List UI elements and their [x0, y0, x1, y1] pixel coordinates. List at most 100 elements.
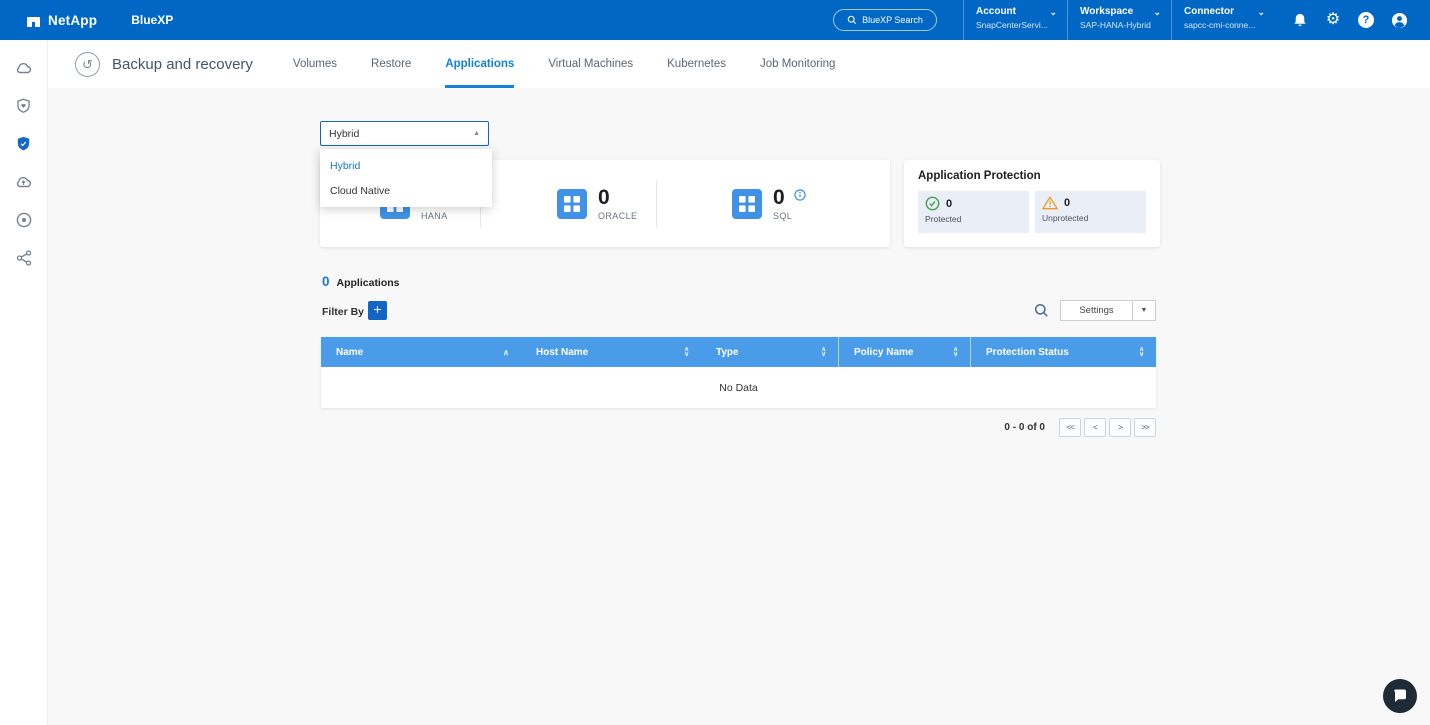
topbar-icons: ⚙ ?: [1291, 11, 1408, 29]
sql-info-icon[interactable]: [794, 188, 806, 206]
cloud-icon: [14, 59, 33, 77]
sql-count: 0: [773, 187, 785, 209]
connector-menu[interactable]: Connector ⌄ sapcc-cmi-conne...: [1171, 0, 1275, 40]
tab-kubernetes[interactable]: Kubernetes: [667, 40, 726, 88]
dropdown-option-cloud-native[interactable]: Cloud Native: [320, 178, 492, 203]
unprotected-panel: 0 Unprotected: [1035, 191, 1146, 233]
workspace-menu[interactable]: Workspace ⌄ SAP-HANA-Hybrid: [1067, 0, 1171, 40]
pagination-prev-button[interactable]: <: [1084, 418, 1106, 437]
sidebar-item-mobility[interactable]: [14, 173, 34, 191]
tab-job-monitoring[interactable]: Job Monitoring: [760, 40, 835, 88]
oracle-grid-icon: [557, 189, 587, 219]
tab-virtual-machines[interactable]: Virtual Machines: [548, 40, 633, 88]
service-header: ↺ Backup and recovery Volumes Restore Ap…: [48, 40, 1430, 88]
bluexp-search[interactable]: BlueXP Search: [833, 9, 937, 31]
backup-recovery-icon: ↺: [75, 52, 100, 77]
table-header: Name ∧ Host Name ∧∨ Type ∧∨ Policy Name …: [321, 337, 1156, 367]
applications-count: 0 Applications: [322, 274, 400, 289]
sort-icon: ∧∨: [953, 347, 958, 357]
disc-icon: [15, 211, 33, 229]
column-header-host-name[interactable]: Host Name ∧∨: [521, 337, 701, 367]
column-label: Protection Status: [986, 347, 1139, 358]
sidebar-item-storage[interactable]: [14, 59, 34, 77]
settings-button[interactable]: ⚙: [1324, 11, 1342, 29]
pagination: 0 - 0 of 0 << < > >>: [321, 418, 1156, 437]
sql-label: SQL: [773, 211, 806, 221]
applications-table: Name ∧ Host Name ∧∨ Type ∧∨ Policy Name …: [321, 337, 1156, 408]
sql-grid-icon: [732, 189, 762, 219]
sort-asc-icon: ∧: [503, 348, 509, 357]
table-settings-button[interactable]: Settings ▼: [1060, 300, 1156, 321]
page-title: Backup and recovery: [112, 56, 253, 73]
filter-by-label: Filter By: [322, 306, 364, 318]
help-icon: ?: [1358, 12, 1374, 28]
search-label: BlueXP Search: [862, 15, 923, 25]
workspace-menu-label: Workspace: [1080, 6, 1133, 17]
sidebar-item-health[interactable]: [14, 97, 34, 115]
connector-menu-label: Connector: [1184, 6, 1234, 17]
topbar: NetApp BlueXP BlueXP Search Account ⌄ Sn…: [0, 0, 1430, 40]
left-sidebar: [0, 40, 48, 725]
user-account-button[interactable]: [1390, 11, 1408, 29]
check-circle-icon: [925, 196, 940, 211]
unprotected-count: 0: [1064, 197, 1070, 209]
deployment-type-dropdown: Hybrid Cloud Native: [320, 149, 492, 207]
gear-icon: ⚙: [1326, 11, 1340, 29]
unprotected-label: Unprotected: [1042, 213, 1139, 223]
pagination-first-button[interactable]: <<: [1059, 418, 1081, 437]
netapp-logo-icon: [26, 13, 41, 28]
column-label: Policy Name: [854, 347, 953, 358]
search-icon: [1034, 303, 1049, 318]
oracle-label: ORACLE: [598, 211, 637, 221]
column-header-protection-status[interactable]: Protection Status ∧∨: [970, 337, 1156, 367]
chevron-down-icon: ⌄: [1049, 9, 1057, 15]
share-nodes-icon: [15, 249, 33, 267]
account-menu[interactable]: Account ⌄ SnapCenterServi...: [963, 0, 1067, 40]
column-label: Type: [716, 347, 821, 358]
pagination-range: 0 - 0 of 0: [1004, 422, 1045, 433]
add-filter-button[interactable]: +: [368, 301, 387, 320]
sql-summary: 0 SQL: [657, 160, 890, 247]
sidebar-item-protection[interactable]: [14, 135, 34, 153]
pagination-next-button[interactable]: >: [1109, 418, 1131, 437]
column-header-policy-name[interactable]: Policy Name ∧∨: [838, 337, 970, 367]
account-menu-value: SnapCenterServi...: [976, 20, 1057, 30]
caret-down-icon: ▼: [1133, 307, 1155, 314]
deployment-type-select[interactable]: Hybrid ▲: [320, 121, 489, 146]
column-header-type[interactable]: Type ∧∨: [701, 337, 838, 367]
sort-icon: ∧∨: [684, 347, 689, 357]
oracle-count: 0: [598, 187, 610, 209]
shield-icon: [15, 135, 32, 153]
brand-name: NetApp: [48, 13, 97, 28]
table-search-button[interactable]: [1034, 303, 1050, 319]
chat-icon: [1392, 688, 1408, 704]
oracle-summary: 0 ORACLE: [481, 160, 656, 247]
chat-support-button[interactable]: [1383, 679, 1417, 713]
protected-panel: 0 Protected: [918, 191, 1029, 233]
topbar-menus: Account ⌄ SnapCenterServi... Workspace ⌄…: [963, 0, 1275, 40]
deployment-type-value: Hybrid: [329, 128, 359, 140]
tab-applications[interactable]: Applications: [445, 40, 514, 88]
pagination-last-button[interactable]: >>: [1134, 418, 1156, 437]
hana-label: HANA: [421, 211, 448, 221]
applications-count-number: 0: [322, 274, 330, 289]
column-label: Name: [336, 347, 503, 358]
notifications-button[interactable]: [1291, 11, 1309, 29]
sidebar-item-extensions[interactable]: [14, 249, 34, 267]
dropdown-option-hybrid[interactable]: Hybrid: [320, 153, 492, 178]
cloud-sync-icon: [14, 173, 33, 191]
chevron-down-icon: ⌄: [1257, 9, 1265, 15]
column-header-name[interactable]: Name ∧: [321, 337, 521, 367]
main-content: 0 HANA 0 ORACLE 0 SQL Applicati: [48, 88, 1430, 725]
sidebar-item-analysis[interactable]: [14, 211, 34, 229]
netapp-logo[interactable]: NetApp: [26, 13, 97, 28]
sort-icon: ∧∨: [1139, 347, 1144, 357]
help-button[interactable]: ?: [1357, 11, 1375, 29]
bell-icon: [1292, 12, 1308, 29]
refresh-glyph: ↺: [82, 58, 93, 71]
tab-volumes[interactable]: Volumes: [293, 40, 337, 88]
protected-label: Protected: [925, 214, 1022, 224]
tab-restore[interactable]: Restore: [371, 40, 411, 88]
account-menu-label: Account: [976, 6, 1016, 17]
application-protection-card: Application Protection 0 Protected 0 Unp…: [904, 160, 1160, 247]
